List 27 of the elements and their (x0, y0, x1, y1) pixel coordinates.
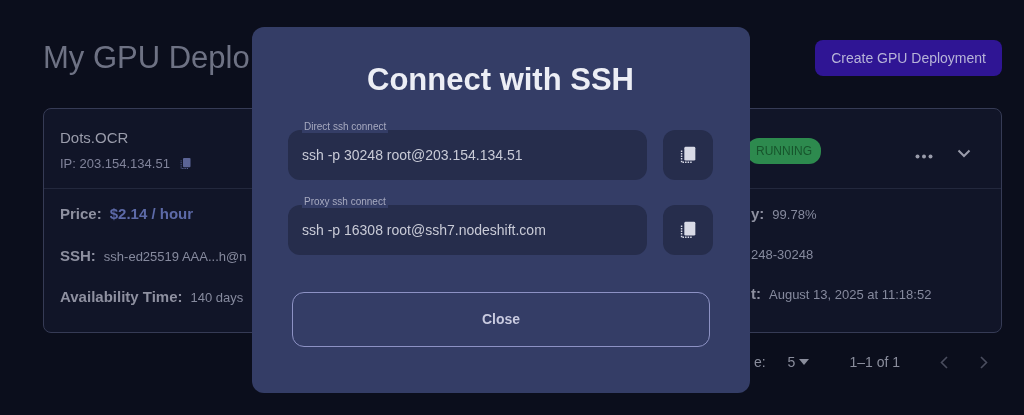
dialog-title: Connect with SSH (366, 61, 635, 99)
ip-address: IP: 203.154.134.51 (60, 154, 170, 173)
copy-button[interactable] (663, 205, 713, 256)
create-deployment-button[interactable]: Create GPU Deployment (815, 40, 1002, 76)
field-label: Price: (60, 204, 102, 224)
rows-per-page-select[interactable]: 5 (787, 351, 810, 373)
copy-button[interactable] (663, 130, 713, 181)
deployment-name: Dots.OCR (60, 128, 130, 148)
ssh-command-field[interactable]: ssh -p 30248 root@203.154.134.51 (288, 130, 647, 181)
field-value: August 13, 2025 at 11:18:52 (769, 286, 932, 304)
field-value: 140 days (190, 289, 244, 307)
field-label: SSH: (60, 245, 96, 266)
field-label: t: (751, 284, 761, 304)
field-value: $2.14 / hour (109, 204, 194, 224)
page-range: 1–1 of 1 (849, 352, 900, 372)
field-label: Availability Time: (60, 287, 183, 307)
field-value: 248-30248 (751, 245, 814, 264)
caret-icon (799, 359, 810, 365)
field-label: y: (751, 204, 765, 224)
page-title: My GPU Deplo (43, 39, 250, 77)
field-floating-label: Direct ssh connect (302, 121, 389, 134)
field-floating-label: Proxy ssh connect (302, 196, 388, 209)
field-value: ssh-ed25519 AAA...h@n (103, 247, 247, 266)
rows-per-page-label: e: (753, 352, 766, 372)
copy-icon (177, 155, 193, 171)
field-value: 99.78% (772, 206, 817, 224)
close-button[interactable]: Close (292, 292, 710, 348)
